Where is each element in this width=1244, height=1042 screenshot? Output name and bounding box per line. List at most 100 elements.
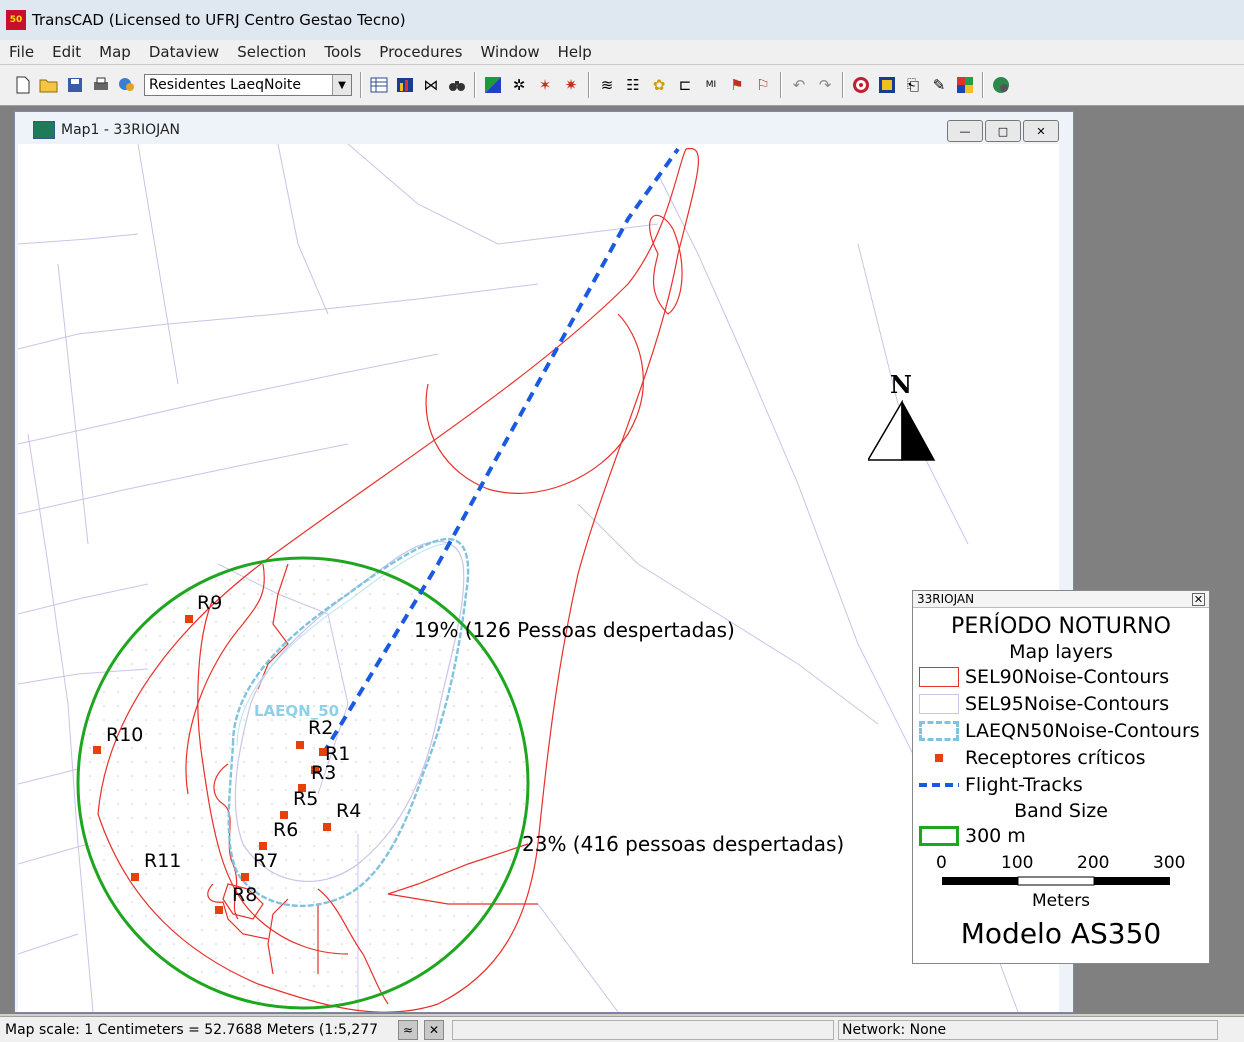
scale-bar: 0 100 200 300 Meters <box>913 853 1209 913</box>
toolbar-separator <box>588 72 590 98</box>
layers-icon[interactable]: ≋ <box>596 74 618 96</box>
receptor-marker[interactable] <box>241 873 249 881</box>
window-controls: — □ ✕ <box>945 120 1059 142</box>
scale-bar-graphic <box>942 876 1170 886</box>
chart-icon[interactable] <box>394 74 416 96</box>
receptor-label: R6 <box>273 819 299 841</box>
theme-icon[interactable]: ✿ <box>648 74 670 96</box>
legend-item-label: SEL95Noise-Contours <box>965 692 1170 715</box>
receptor-label: R3 <box>311 762 337 784</box>
legend-item-receptors: Receptores críticos <box>919 744 1209 771</box>
open-folder-icon[interactable] <box>38 74 60 96</box>
style-palette-icon[interactable] <box>116 74 138 96</box>
receptor-label: R7 <box>253 850 279 872</box>
menu-procedures[interactable]: Procedures <box>370 43 471 61</box>
band-swatch-icon <box>919 825 959 846</box>
scale-tick-label: 200 <box>1077 853 1110 873</box>
receptor-marker[interactable] <box>93 746 101 754</box>
receptor-marker[interactable] <box>296 741 304 749</box>
menu-selection[interactable]: Selection <box>228 43 315 61</box>
scale-mi-km-icon[interactable]: MI <box>700 74 722 96</box>
minimize-button[interactable]: — <box>947 120 983 142</box>
receptor-swatch-icon <box>919 748 959 768</box>
receptor-marker[interactable] <box>185 615 193 623</box>
receptor-marker[interactable] <box>215 906 223 914</box>
sel90-swatch-icon <box>919 666 959 687</box>
undo-icon[interactable]: ↶ <box>788 74 810 96</box>
close-icon[interactable]: ✕ <box>1192 592 1205 606</box>
new-file-icon[interactable] <box>12 74 34 96</box>
join-icon[interactable]: ⋈ <box>420 74 442 96</box>
select-by-polygon-icon[interactable]: ✷ <box>560 74 582 96</box>
main-toolbar: Residentes LaeqNoite ▼ ⋈ ✲ ✶ ✷ ≋ ☷ ✿ ⊏ M… <box>0 65 1244 106</box>
legend-header[interactable]: 33RIOJAN ✕ <box>913 591 1209 608</box>
toolbar-separator <box>780 72 782 98</box>
status-bar: Map scale: 1 Centimeters = 52.7688 Meter… <box>0 1016 1244 1042</box>
map-region-icon[interactable] <box>876 74 898 96</box>
receptor-marker[interactable] <box>259 842 267 850</box>
menu-window[interactable]: Window <box>471 43 548 61</box>
pin-icon[interactable]: ⚑ <box>726 74 748 96</box>
label-icon[interactable]: ⊏ <box>674 74 696 96</box>
menu-map[interactable]: Map <box>90 43 140 61</box>
app-title-bar[interactable]: 50 TransCAD (Licensed to UFRJ Centro Ges… <box>0 0 1244 40</box>
legend-item-laeqn50: LAEQN50Noise-Contours <box>919 717 1209 744</box>
receptor-marker[interactable] <box>131 873 139 881</box>
dataview-icon[interactable] <box>368 74 390 96</box>
legend-item-label: LAEQN50Noise-Contours <box>965 719 1200 742</box>
receptor-label: R9 <box>197 592 223 614</box>
legend-item-sel90: SEL90Noise-Contours <box>919 663 1209 690</box>
receptor-marker[interactable] <box>323 823 331 831</box>
legend-header-title: 33RIOJAN <box>917 592 975 606</box>
find-binoculars-icon[interactable] <box>446 74 468 96</box>
menu-tools[interactable]: Tools <box>315 43 370 61</box>
receptor-label: R2 <box>308 717 334 739</box>
globe-settings-icon[interactable] <box>990 74 1012 96</box>
menu-bar: File Edit Map Dataview Selection Tools P… <box>0 40 1244 65</box>
close-icon[interactable]: ✕ <box>424 1020 444 1040</box>
map-legend[interactable]: 33RIOJAN ✕ PERÍODO NOTURNO Map layers SE… <box>912 590 1210 964</box>
select-by-circle-icon[interactable]: ✶ <box>534 74 556 96</box>
map-canvas[interactable]: R9 R10 R2 R1 R3 R5 R4 R6 R7 R11 R8 LAEQN… <box>18 144 1059 1012</box>
menu-file[interactable]: File <box>0 43 43 61</box>
maximize-button[interactable]: □ <box>985 120 1021 142</box>
legend-item-label: 300 m <box>965 824 1026 847</box>
grid-map-icon[interactable] <box>954 74 976 96</box>
receptor-marker[interactable] <box>280 811 288 819</box>
receptor-label: R1 <box>325 743 351 765</box>
legend-icon[interactable]: ☷ <box>622 74 644 96</box>
menu-edit[interactable]: Edit <box>43 43 90 61</box>
flag-icon[interactable]: ⚐ <box>752 74 774 96</box>
scale-tick-label: 100 <box>1001 853 1034 873</box>
scale-toggle-icon[interactable]: ≈ <box>398 1020 418 1040</box>
print-icon[interactable] <box>90 74 112 96</box>
legend-item-sel95: SEL95Noise-Contours <box>919 690 1209 717</box>
menu-help[interactable]: Help <box>549 43 601 61</box>
north-label: N <box>890 370 912 399</box>
select-by-pointing-icon[interactable] <box>482 74 504 96</box>
legend-item-label: Flight-Tracks <box>965 773 1083 796</box>
redo-icon[interactable]: ↷ <box>814 74 836 96</box>
toolbar-separator <box>360 72 362 98</box>
select-by-shape-icon[interactable]: ✲ <box>508 74 530 96</box>
close-button[interactable]: ✕ <box>1023 120 1059 142</box>
legend-model-label: Modelo AS350 <box>960 917 1162 950</box>
menu-dataview[interactable]: Dataview <box>140 43 228 61</box>
layer-dropdown[interactable]: Residentes LaeqNoite ▼ <box>144 74 352 96</box>
map-window-title-bar[interactable]: Map1 - 33RIOJAN — □ ✕ <box>15 112 1073 148</box>
receptor-label: R5 <box>293 788 319 810</box>
target-icon[interactable] <box>850 74 872 96</box>
flight-track-swatch-icon <box>919 775 959 795</box>
awakened-annotation-23: 23% (416 pessoas despertadas) <box>522 832 845 856</box>
export-icon[interactable]: ⎗ <box>902 74 924 96</box>
layer-dropdown-value: Residentes LaeqNoite <box>149 77 302 93</box>
map-window-title: Map1 - 33RIOJAN <box>61 122 181 138</box>
receptor-label: R4 <box>336 800 362 822</box>
chevron-down-icon[interactable]: ▼ <box>332 75 351 95</box>
map-scale-status: Map scale: 1 Centimeters = 52.7688 Meter… <box>5 1022 379 1038</box>
save-icon[interactable] <box>64 74 86 96</box>
map-drawing <box>18 144 1019 1012</box>
legend-title: PERÍODO NOTURNO <box>951 614 1171 639</box>
pushpin-icon[interactable]: ✎ <box>928 74 950 96</box>
scale-unit-label: Meters <box>1031 891 1091 911</box>
